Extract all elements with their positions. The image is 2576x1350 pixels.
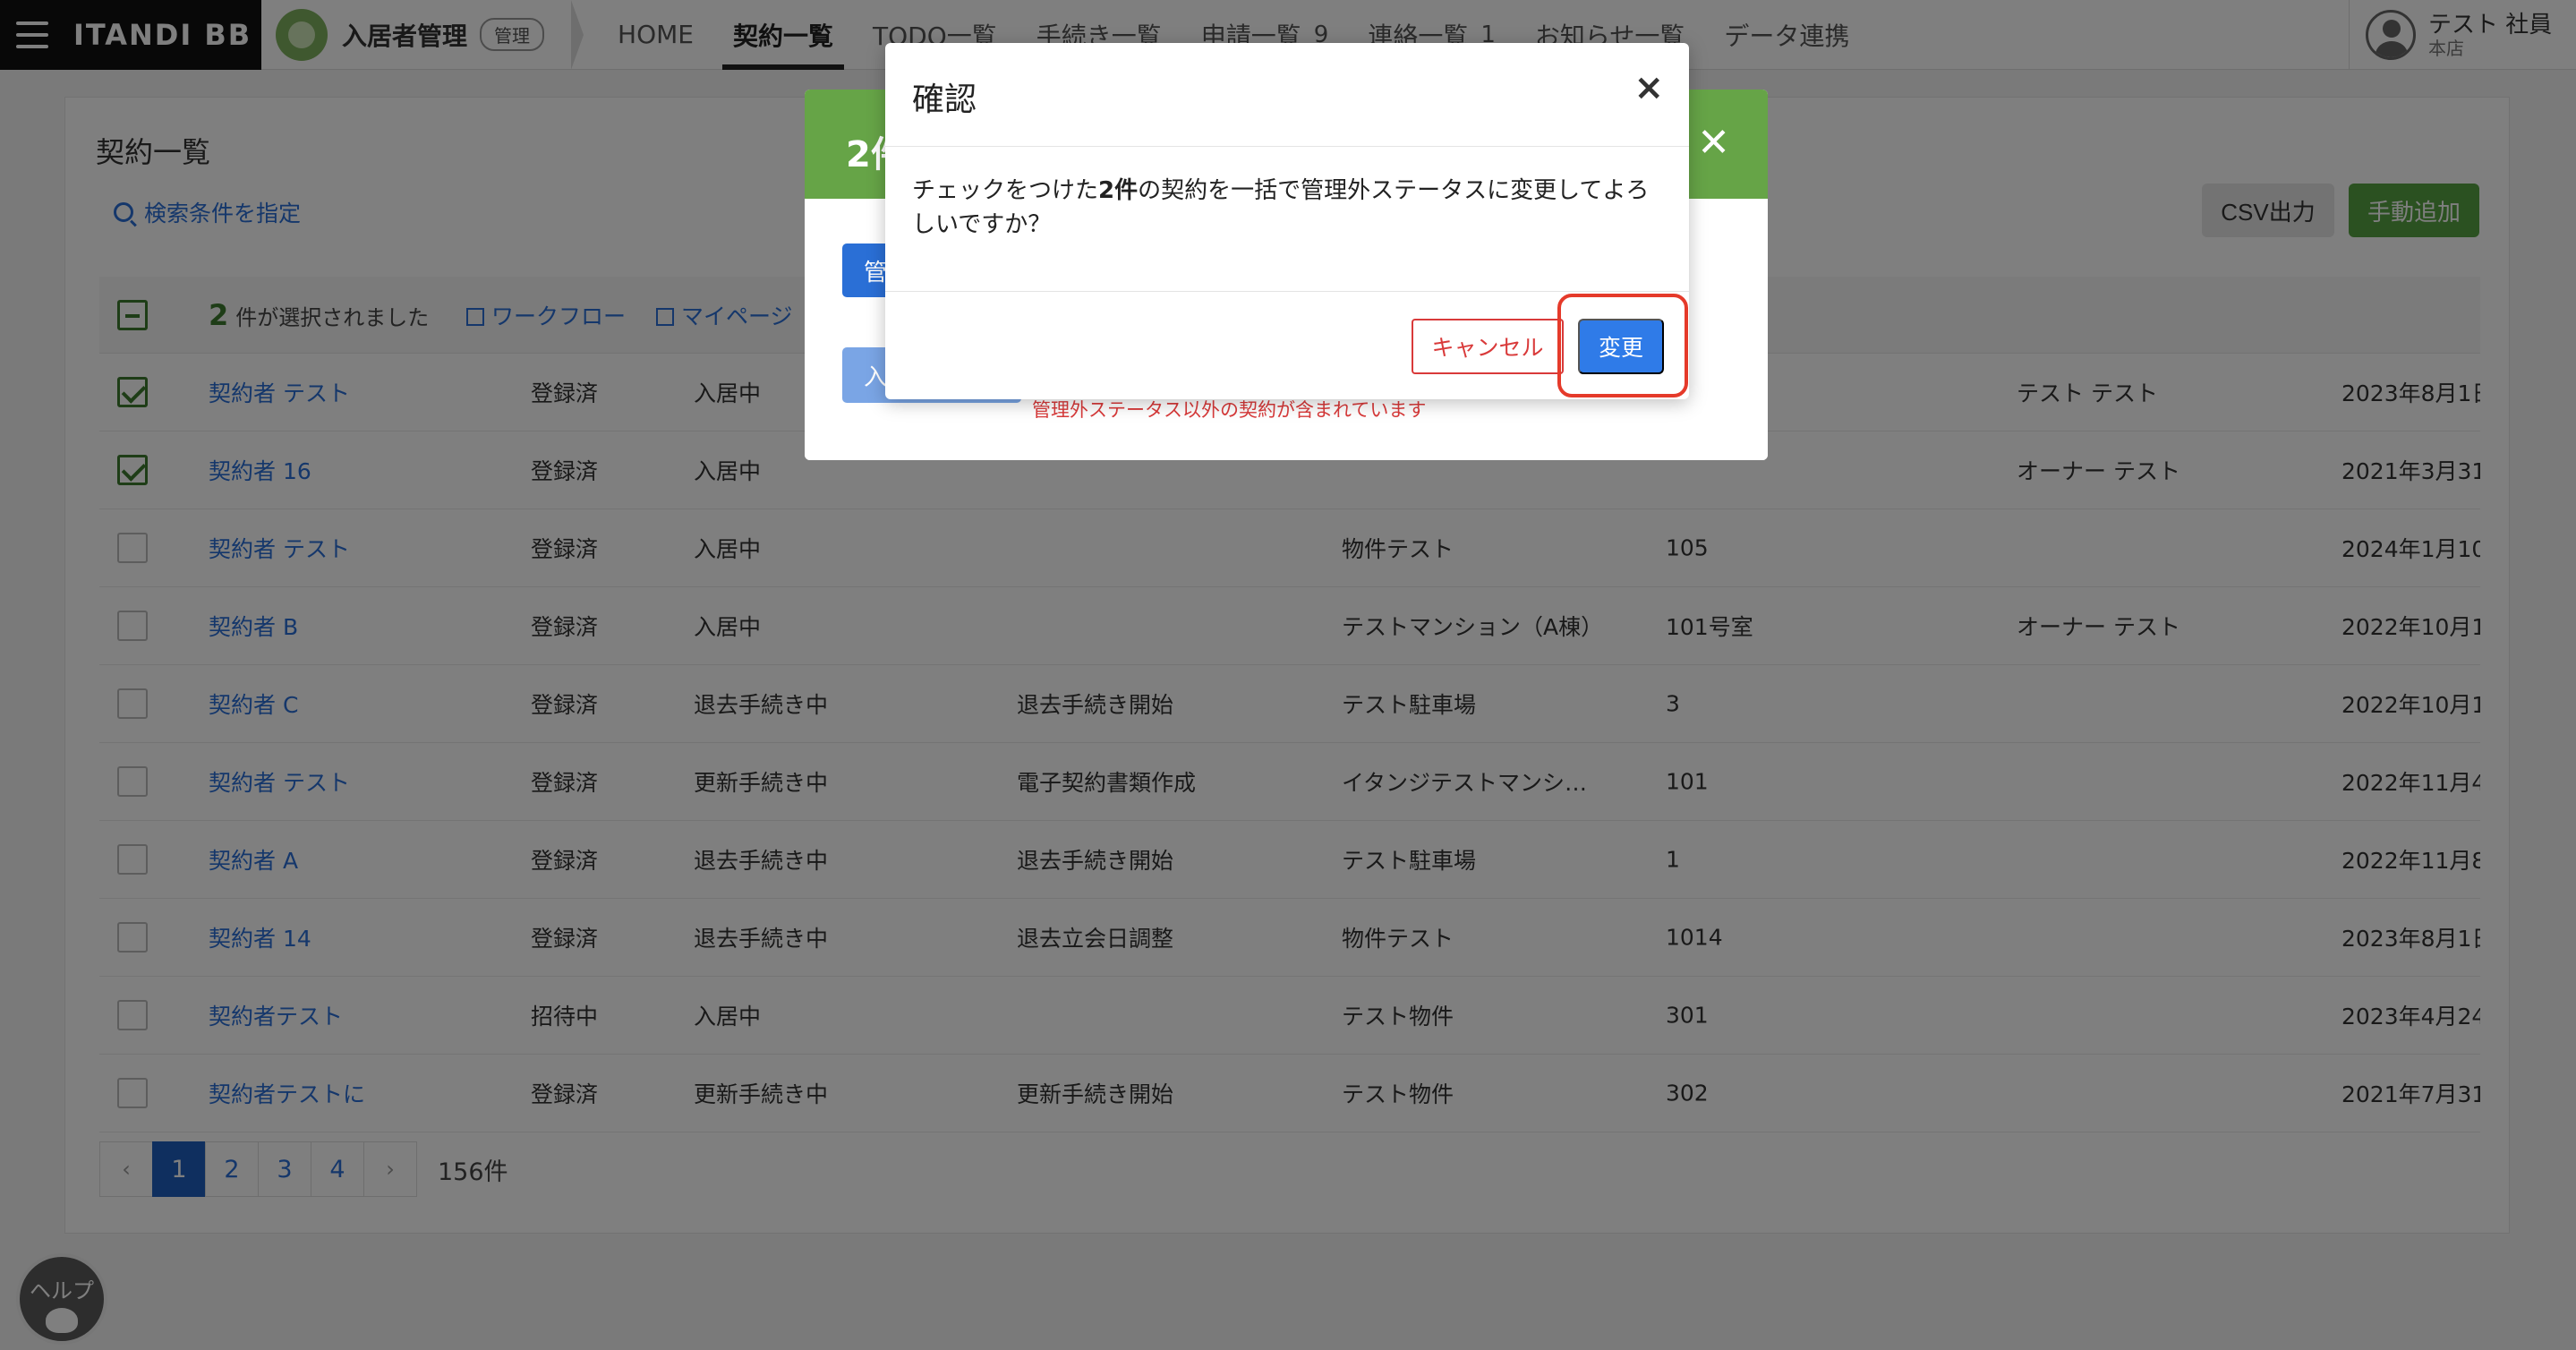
message-count: 2件 [1098,177,1139,204]
confirm-modal-message: チェックをつけた2件の契約を一括で管理外ステータスに変更してよろしいですか？ [885,147,1689,292]
message-part: チェックをつけた [912,177,1099,204]
close-icon[interactable]: ✕ [1697,120,1730,166]
confirm-modal-title: 確認 [912,81,977,118]
annotation-highlight [1557,294,1688,397]
cancel-button[interactable]: キャンセル [1412,319,1564,374]
confirm-modal-header: 確認 × [885,43,1689,147]
bulk-warning-text: 管理外ステータス以外の契約が含まれています [1032,399,1427,421]
close-icon[interactable]: × [1633,70,1664,106]
